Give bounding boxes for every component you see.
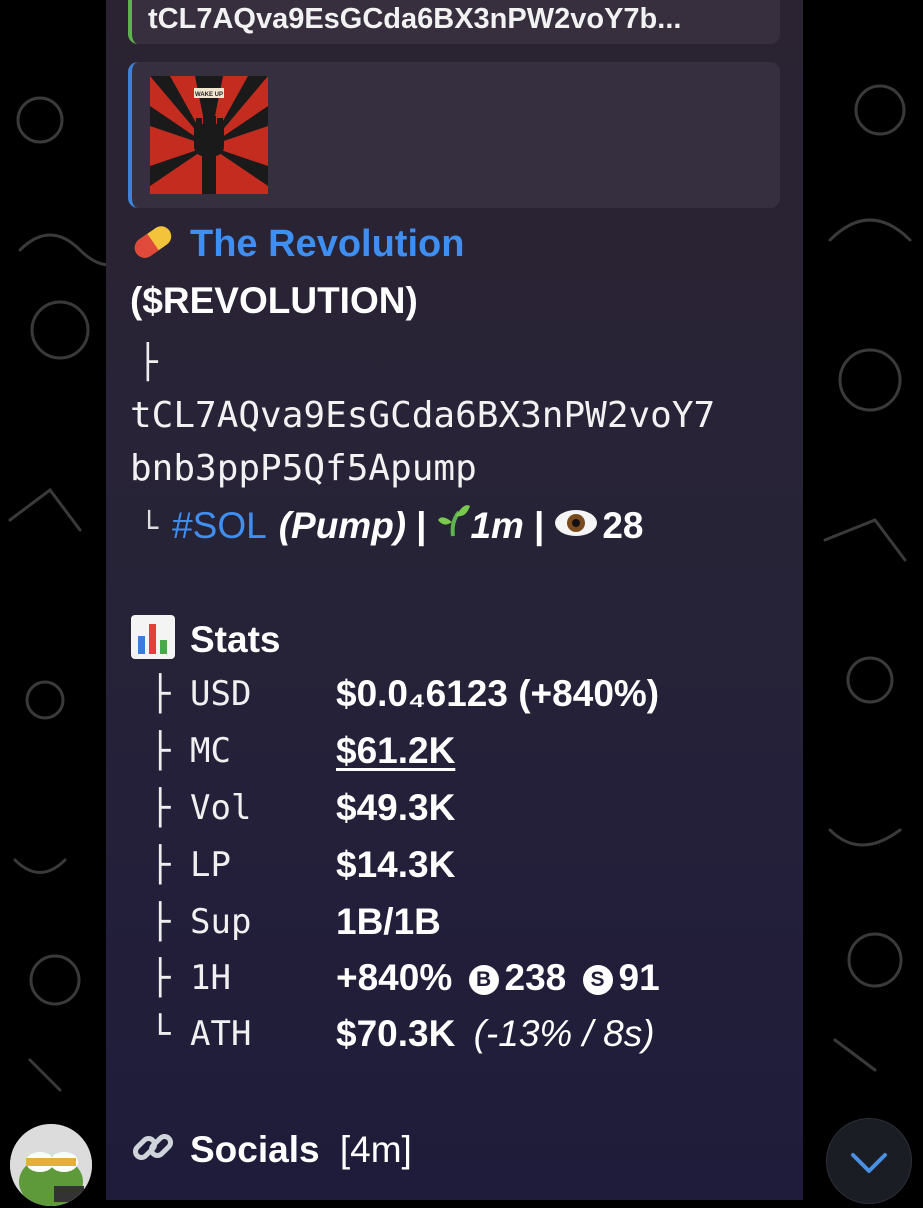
stat-value: $14.3K	[336, 844, 456, 885]
stat-row-lp: ├ LP $14.3K	[150, 839, 455, 891]
sells-count: 91	[618, 957, 660, 998]
tree-corner-glyph: └	[140, 511, 159, 546]
bar-chart-icon	[131, 615, 175, 659]
token-title[interactable]: The Revolution	[130, 222, 464, 266]
buys-count: 238	[504, 957, 567, 998]
stat-label: USD	[190, 674, 252, 714]
ath-note: (-13% / 8s)	[473, 1013, 655, 1054]
tree-branch-glyph: ├	[150, 674, 171, 714]
stat-value: $70.3K	[336, 1013, 456, 1054]
seedling-icon	[438, 505, 471, 537]
stat-row-mc: ├ MC $61.2K	[150, 725, 455, 777]
separator: |	[533, 505, 545, 546]
stat-row-vol: ├ Vol $49.3K	[150, 782, 455, 834]
stat-value: $0.0₄6123 (+840%)	[336, 673, 660, 714]
socials-age: [4m]	[339, 1129, 412, 1170]
socials-heading: Socials [4m]	[130, 1124, 412, 1171]
scroll-down-button[interactable]	[826, 1118, 912, 1204]
link-preview[interactable]: WAKE UP	[128, 62, 780, 208]
stat-value: 1B/1B	[336, 901, 441, 942]
tree-branch-glyph: ├	[150, 845, 171, 885]
reply-quote[interactable]: tCL7AQva9EsGCda6BX3nPW2voY7b...	[128, 0, 780, 44]
contract-address-line-1[interactable]: tCL7AQva9EsGCda6BX3nPW2voY7	[130, 395, 715, 436]
tree-branch-glyph: ├	[150, 788, 171, 828]
stat-row-1h: ├ 1H +840% B 238 S 91	[150, 952, 660, 1004]
stat-value: +840%	[336, 957, 453, 998]
token-age: 1m	[470, 505, 524, 546]
stat-row-usd: ├ USD $0.0₄6123 (+840%)	[150, 668, 659, 720]
tree-branch-glyph: ├	[150, 958, 171, 998]
reply-quote-text: tCL7AQva9EsGCda6BX3nPW2voY7b...	[148, 3, 682, 35]
tree-branch-glyph: ├	[150, 902, 171, 942]
stats-heading-text: Stats	[190, 619, 281, 660]
views-count: 28	[602, 505, 644, 546]
raised-fist-artwork: WAKE UP	[150, 76, 268, 194]
stat-label: ATH	[190, 1014, 252, 1054]
stat-label: LP	[190, 845, 231, 885]
stat-label: Vol	[190, 788, 252, 828]
preview-image-caption: WAKE UP	[195, 92, 223, 98]
market-cap-link[interactable]: $61.2K	[336, 730, 455, 771]
sender-avatar[interactable]	[10, 1124, 92, 1206]
stat-value: $49.3K	[336, 787, 456, 828]
chevron-down-icon	[851, 1153, 887, 1173]
token-ticker: ($REVOLUTION)	[130, 280, 418, 321]
sells-icon: S	[582, 965, 613, 996]
tree-branch-glyph: ├	[150, 731, 171, 771]
chain-info-line: └ #SOL (Pump) | 1m | 28	[140, 500, 643, 547]
link-icon	[132, 1133, 174, 1161]
chain-hashtag[interactable]: #SOL	[172, 505, 267, 547]
frog-avatar-icon	[10, 1124, 92, 1206]
contract-address-line-2[interactable]: bnb3ppP5Qf5Apump	[130, 448, 477, 489]
stat-label: Sup	[190, 902, 252, 942]
token-name-link[interactable]: The Revolution	[190, 223, 464, 265]
stat-label: 1H	[190, 958, 231, 998]
tree-corner-glyph: └	[150, 1014, 171, 1054]
stats-heading: Stats	[130, 614, 280, 661]
pill-icon	[134, 226, 172, 258]
stat-row-sup: ├ Sup 1B/1B	[150, 896, 441, 948]
platform-label: (Pump)	[278, 505, 407, 546]
buys-icon: B	[468, 965, 499, 996]
preview-image[interactable]: WAKE UP	[150, 76, 268, 194]
eye-icon	[555, 510, 598, 536]
separator: |	[416, 505, 427, 546]
stat-row-ath: └ ATH $70.3K (-13% / 8s)	[150, 1008, 655, 1060]
socials-heading-text: Socials	[190, 1129, 320, 1170]
tree-branch-glyph: ├	[138, 342, 158, 381]
stat-label: MC	[190, 731, 231, 771]
